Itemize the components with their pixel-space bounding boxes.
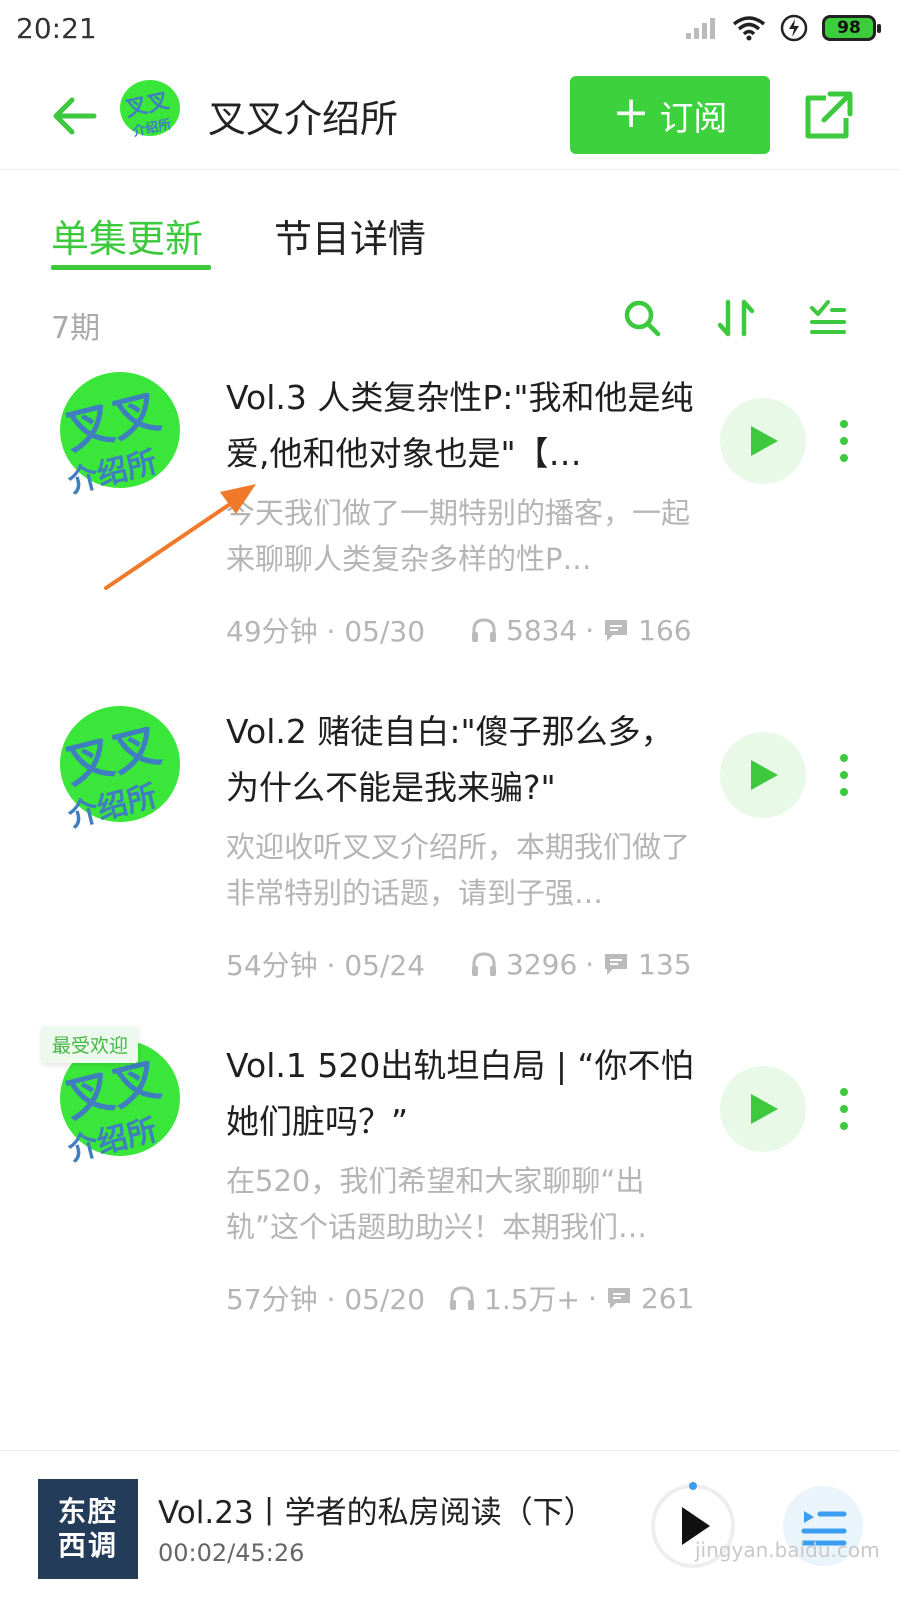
- headphones-icon: [472, 618, 496, 642]
- play-icon: [751, 426, 778, 456]
- episode-title[interactable]: Vol.3 人类复杂性P:"我和他是纯爱,他和他对象也是"【…: [226, 370, 696, 482]
- signal-icon: [686, 18, 715, 39]
- play-button[interactable]: [720, 732, 806, 818]
- episode-plays: 3296: [506, 947, 578, 981]
- tab-details[interactable]: 节目详情: [274, 208, 426, 263]
- episode-cover: 叉叉 介绍所: [60, 706, 180, 832]
- wifi-icon: [732, 16, 766, 41]
- status-bar: 20:21 98: [0, 0, 900, 64]
- comment-icon: [605, 620, 628, 641]
- episode-comments: 166: [638, 613, 692, 647]
- back-button[interactable]: [44, 86, 104, 146]
- battery-indicator: 98: [822, 15, 881, 41]
- player-cover: 东腔 西调: [38, 1479, 138, 1579]
- share-button[interactable]: [800, 88, 856, 144]
- sort-icon[interactable]: [714, 296, 758, 340]
- mini-player[interactable]: 东腔 西调 Vol.23丨学者的私房阅读（下） 00:02/45:26: [0, 1450, 900, 1600]
- meta-separator: ·: [585, 947, 595, 981]
- filter-list-icon[interactable]: [806, 296, 850, 340]
- popular-badge: 最受欢迎: [42, 1026, 139, 1063]
- podcast-logo: 叉叉 介绍所: [120, 80, 180, 140]
- episode-meta: 54分钟 · 05/24 3296 · 135: [226, 944, 706, 984]
- episode-meta: 57分钟 · 05/20 1.5万+ · 261: [226, 1278, 706, 1318]
- headphones-icon: [472, 952, 496, 976]
- header: 叉叉 介绍所 叉叉介绍所 + 订阅: [0, 64, 900, 170]
- episode-duration-date: 57分钟 · 05/20: [226, 1283, 426, 1316]
- tab-episodes[interactable]: 单集更新: [51, 208, 203, 263]
- play-button[interactable]: [720, 1066, 806, 1152]
- episode-meta: 49分钟 · 05/30 5834 · 166: [226, 610, 706, 650]
- search-icon[interactable]: [620, 296, 664, 340]
- comment-icon: [607, 1288, 630, 1309]
- status-time: 20:21: [16, 12, 97, 45]
- watermark: jingyan.baidu.com: [695, 1538, 880, 1562]
- episode-title[interactable]: Vol.1 520出轨坦白局 | “你不怕她们脏吗？”: [226, 1038, 696, 1150]
- player-time: 00:02/45:26: [158, 1539, 305, 1567]
- episode-description: 在520，我们希望和大家聊聊“出轨”这个话题助助兴！本期我们…: [226, 1164, 648, 1244]
- more-options-button[interactable]: [836, 418, 852, 464]
- meta-separator: ·: [585, 613, 595, 647]
- comment-icon: [605, 954, 628, 975]
- subscribe-button[interactable]: + 订阅: [570, 76, 770, 154]
- episode-cover: 叉叉 介绍所: [60, 372, 180, 498]
- player-title[interactable]: Vol.23丨学者的私房阅读（下）: [158, 1487, 595, 1532]
- episode-item[interactable]: 叉叉 介绍所 Vol.3 人类复杂性P:"我和他是纯爱,他和他对象也是"【… 今…: [0, 370, 900, 690]
- podcast-title: 叉叉介绍所: [208, 97, 399, 141]
- episode-description: 欢迎收听叉叉介绍所，本期我们做了非常特别的话题，请到子强…: [226, 830, 691, 910]
- subscribe-label: 订阅: [659, 98, 728, 139]
- tab-active-indicator: [51, 265, 211, 270]
- plus-icon: +: [612, 87, 650, 138]
- player-cover-line1: 东腔: [57, 1495, 118, 1528]
- more-options-button[interactable]: [836, 752, 852, 798]
- episode-comments: 261: [640, 1281, 695, 1315]
- episode-title[interactable]: Vol.2 赌徒自白:"傻子那么多，为什么不能是我来骗?": [226, 704, 696, 816]
- episode-item[interactable]: 叉叉 介绍所 Vol.2 赌徒自白:"傻子那么多，为什么不能是我来骗?" 欢迎收…: [0, 704, 900, 1024]
- play-icon: [751, 760, 778, 790]
- episode-count: 7期: [51, 311, 101, 346]
- more-options-button[interactable]: [836, 1086, 852, 1132]
- episode-duration-date: 54分钟 · 05/24: [226, 949, 426, 982]
- play-icon: [751, 1094, 778, 1124]
- meta-separator: ·: [588, 1281, 597, 1315]
- episode-description: 今天我们做了一期特别的播客，一起来聊聊人类复杂多样的性P…: [226, 496, 691, 576]
- episode-item[interactable]: 叉叉 介绍所 最受欢迎 Vol.1 520出轨坦白局 | “你不怕她们脏吗？” …: [0, 1026, 900, 1358]
- player-cover-line2: 西调: [57, 1529, 118, 1562]
- charging-icon: [780, 14, 808, 42]
- headphones-icon: [450, 1286, 474, 1310]
- episode-comments: 135: [638, 947, 692, 981]
- episode-plays: 1.5万+: [484, 1283, 580, 1316]
- play-button[interactable]: [720, 398, 806, 484]
- episode-plays: 5834: [506, 613, 578, 647]
- episode-duration-date: 49分钟 · 05/30: [226, 615, 426, 648]
- status-icons: 98: [684, 14, 881, 42]
